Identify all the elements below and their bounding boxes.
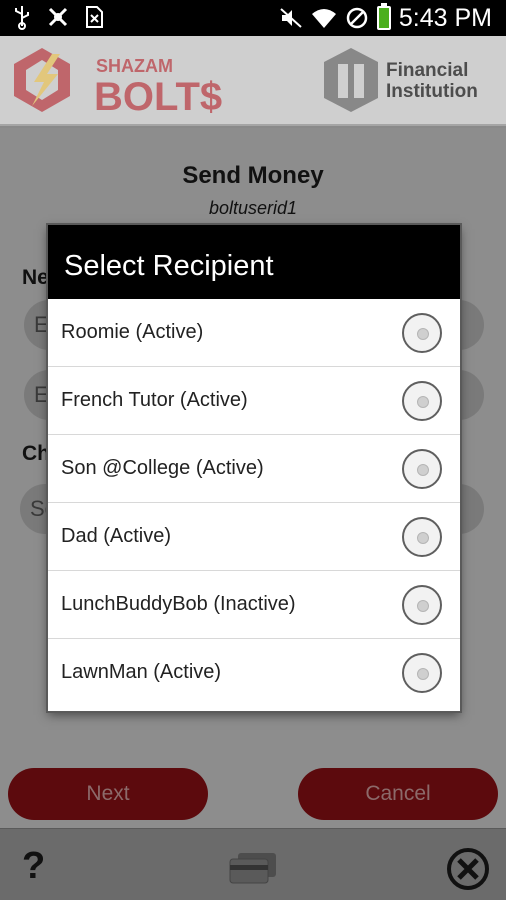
username: boltuserid1	[208, 198, 298, 218]
recipient-option[interactable]: Dad (Active)	[48, 503, 460, 571]
institution-line1: Financial	[386, 60, 469, 81]
close-icon[interactable]	[446, 847, 490, 891]
radio-button[interactable]	[402, 381, 442, 421]
usb-icon	[15, 6, 29, 30]
choose-recipient-label: Ch	[22, 442, 50, 465]
radio-button[interactable]	[402, 313, 442, 353]
recipient-option-label: Roomie (Active)	[61, 321, 204, 343]
select-recipient-dialog: Select Recipient Roomie (Active) French …	[48, 225, 460, 711]
radio-button[interactable]	[402, 517, 442, 557]
status-time: 5:43 PM	[398, 3, 492, 32]
dialog-title: Select Recipient	[48, 225, 460, 299]
institution-line2: Institution	[386, 81, 478, 102]
shazam-bolts-logo: SHAZAM BOLT$	[14, 48, 222, 116]
app-header: SHAZAM BOLT$ Financial Institution	[0, 36, 506, 126]
page-title: Send Money	[182, 162, 324, 189]
radio-button[interactable]	[402, 653, 442, 693]
status-bar: 5:43 PM	[0, 0, 506, 36]
no-gps-icon	[48, 7, 68, 27]
brand-line2: BOLT$	[94, 75, 222, 116]
field2-placeholder: E	[34, 382, 49, 407]
recipient-option-label: French Tutor (Active)	[61, 389, 248, 411]
recipient-option[interactable]: Son @College (Active)	[48, 435, 460, 503]
recipient-option-label: LawnMan (Active)	[61, 661, 222, 683]
status-right-icons: 5:43 PM	[279, 0, 492, 36]
next-button[interactable]: Next	[8, 768, 208, 820]
battery-icon	[376, 3, 391, 30]
block-icon	[346, 7, 368, 29]
wifi-icon	[311, 9, 336, 28]
brand-line1: SHAZAM	[96, 56, 173, 76]
recipient-option-label: Son @College (Active)	[61, 457, 264, 479]
mute-icon	[280, 8, 302, 28]
status-left-icons	[10, 4, 106, 30]
card-icon[interactable]	[228, 851, 280, 885]
bottom-bar: ?	[0, 828, 506, 900]
help-icon[interactable]: ?	[22, 845, 45, 888]
recipient-option[interactable]: Roomie (Active)	[48, 299, 460, 367]
sim-icon	[86, 6, 103, 28]
recipient-option[interactable]: French Tutor (Active)	[48, 367, 460, 435]
cancel-button[interactable]: Cancel	[298, 768, 498, 820]
field1-placeholder: E	[34, 312, 49, 337]
radio-button[interactable]	[402, 585, 442, 625]
institution-logo: Financial Institution	[320, 46, 490, 116]
recipient-option-label: LunchBuddyBob (Inactive)	[61, 593, 296, 615]
recipient-option-label: Dad (Active)	[61, 525, 172, 547]
recipient-option[interactable]: LawnMan (Active)	[48, 639, 460, 707]
institution-emblem-icon	[324, 48, 378, 112]
recipient-options: Roomie (Active) French Tutor (Active) So…	[48, 299, 460, 707]
recipient-option[interactable]: LunchBuddyBob (Inactive)	[48, 571, 460, 639]
radio-button[interactable]	[402, 449, 442, 489]
institution-name: Financial Institution	[386, 60, 478, 102]
